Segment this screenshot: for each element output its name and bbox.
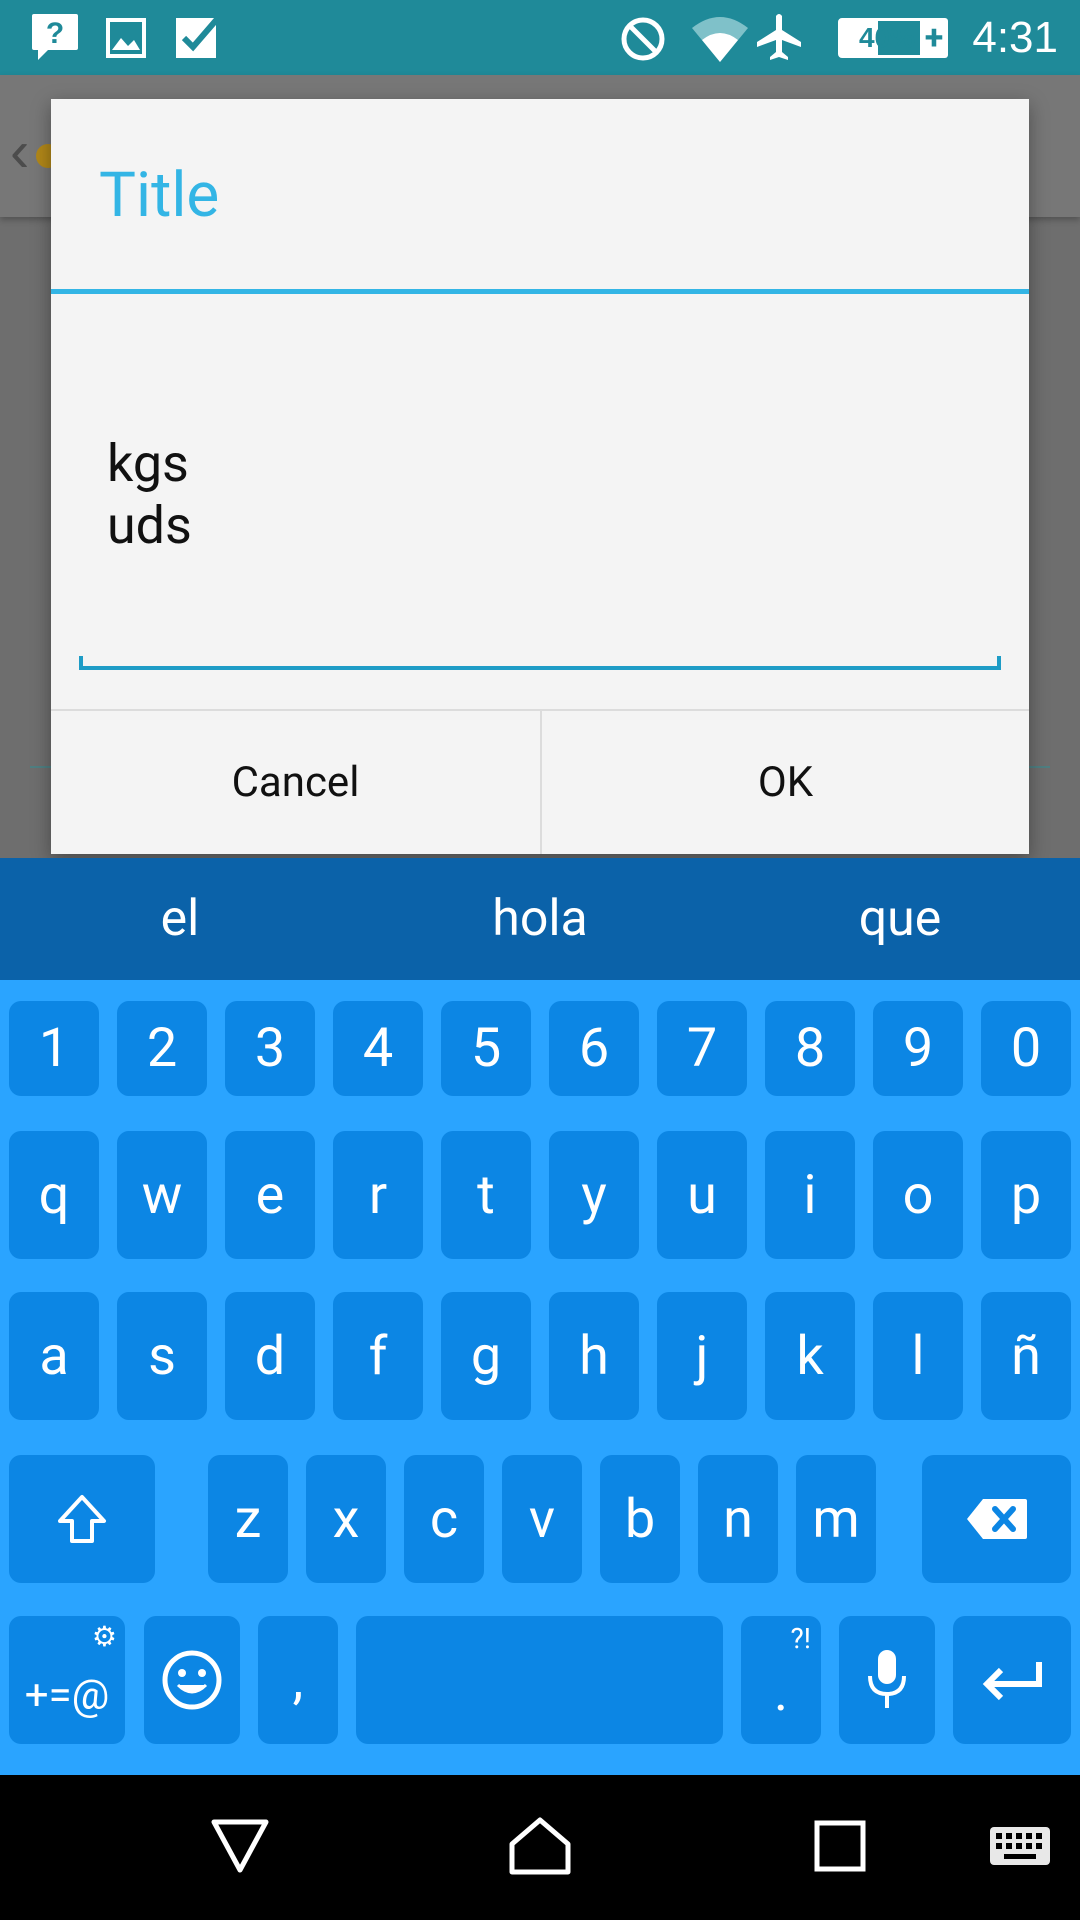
backspace-key[interactable] <box>922 1455 1071 1583</box>
do-not-disturb-icon <box>620 16 666 66</box>
key-0[interactable]: 0 <box>981 1001 1071 1096</box>
key-e[interactable]: e <box>225 1131 315 1259</box>
text-input-underline <box>79 656 1001 670</box>
svg-text:?: ? <box>46 17 64 50</box>
suggestion-bar: el hola que <box>0 858 1080 980</box>
text-line: kgs <box>107 433 189 494</box>
key-l[interactable]: l <box>873 1292 963 1420</box>
key-p[interactable]: p <box>981 1131 1071 1259</box>
enter-arrow-icon <box>979 1658 1045 1702</box>
text-line: uds <box>107 495 192 556</box>
keyboard-switch-button[interactable] <box>985 1775 1055 1920</box>
key-w[interactable]: w <box>117 1131 207 1259</box>
key-q[interactable]: q <box>9 1131 99 1259</box>
shift-key[interactable] <box>9 1455 155 1583</box>
key-2[interactable]: 2 <box>117 1001 207 1096</box>
key-c[interactable]: c <box>404 1455 484 1583</box>
period-label: . <box>773 1660 789 1724</box>
key-i[interactable]: i <box>765 1131 855 1259</box>
space-bar[interactable] <box>356 1616 723 1744</box>
back-triangle-icon <box>210 1818 270 1878</box>
suggestion-que[interactable]: que <box>720 858 1080 980</box>
key-x[interactable]: x <box>306 1455 386 1583</box>
dialog-text-input[interactable]: kgs uds <box>79 335 1001 670</box>
enter-key[interactable] <box>953 1616 1071 1744</box>
status-bar: ? 40% + 4:31 <box>0 0 1080 75</box>
wifi-icon <box>690 14 750 68</box>
key-f[interactable]: f <box>333 1292 423 1420</box>
key-5[interactable]: 5 <box>441 1001 531 1096</box>
image-icon <box>106 18 146 62</box>
key-1[interactable]: 1 <box>9 1001 99 1096</box>
symbols-label: +=@ <box>24 1670 110 1720</box>
key-6[interactable]: 6 <box>549 1001 639 1096</box>
title-divider <box>51 289 1029 294</box>
key-g[interactable]: g <box>441 1292 531 1420</box>
key-n[interactable]: n <box>698 1455 778 1583</box>
key-z[interactable]: z <box>208 1455 288 1583</box>
soft-keyboard: el hola que 1 2 3 4 5 6 7 8 9 0 q w e r … <box>0 858 1080 1775</box>
settings-gear-icon: ⚙ <box>91 1620 117 1653</box>
home-icon <box>508 1816 572 1880</box>
key-4[interactable]: 4 <box>333 1001 423 1096</box>
key-y[interactable]: y <box>549 1131 639 1259</box>
period-alt-label: ?! <box>790 1622 811 1655</box>
input-dialog: Title kgs uds Cancel OK <box>51 99 1029 854</box>
key-j[interactable]: j <box>657 1292 747 1420</box>
check-icon <box>174 14 222 64</box>
recents-nav-button[interactable] <box>800 1775 880 1920</box>
period-key[interactable]: ?! . <box>741 1616 821 1744</box>
suggestion-hola[interactable]: hola <box>360 858 720 980</box>
navigation-bar <box>0 1775 1080 1920</box>
key-s[interactable]: s <box>117 1292 207 1420</box>
help-chat-icon: ? <box>30 12 80 68</box>
back-arrow-icon: ‹ <box>10 119 30 184</box>
suggestion-el[interactable]: el <box>0 858 360 980</box>
symbols-key[interactable]: ⚙ +=@ <box>9 1616 125 1744</box>
key-h[interactable]: h <box>549 1292 639 1420</box>
key-d[interactable]: d <box>225 1292 315 1420</box>
recents-square-icon <box>814 1820 866 1876</box>
key-9[interactable]: 9 <box>873 1001 963 1096</box>
key-m[interactable]: m <box>796 1455 876 1583</box>
emoji-key[interactable] <box>144 1616 240 1744</box>
key-k[interactable]: k <box>765 1292 855 1420</box>
airplane-icon <box>755 12 803 66</box>
backspace-icon <box>965 1497 1029 1541</box>
key-v[interactable]: v <box>502 1455 582 1583</box>
cancel-button[interactable]: Cancel <box>51 711 540 854</box>
dialog-title: Title <box>99 159 220 232</box>
comma-key[interactable]: , <box>258 1616 338 1744</box>
smiley-icon <box>161 1649 223 1711</box>
key-a[interactable]: a <box>9 1292 99 1420</box>
microphone-icon <box>865 1648 909 1712</box>
status-time: 4:31 <box>972 13 1058 62</box>
key-8[interactable]: 8 <box>765 1001 855 1096</box>
key-o[interactable]: o <box>873 1131 963 1259</box>
home-nav-button[interactable] <box>500 1775 580 1920</box>
microphone-key[interactable] <box>839 1616 935 1744</box>
keyboard-icon <box>988 1825 1052 1871</box>
key-7[interactable]: 7 <box>657 1001 747 1096</box>
key-3[interactable]: 3 <box>225 1001 315 1096</box>
shift-arrow-icon <box>56 1493 108 1545</box>
key-n-tilde[interactable]: ñ <box>981 1292 1071 1420</box>
key-r[interactable]: r <box>333 1131 423 1259</box>
battery-charging-plus: + <box>920 18 948 58</box>
key-t[interactable]: t <box>441 1131 531 1259</box>
ok-button[interactable]: OK <box>540 711 1029 854</box>
key-b[interactable]: b <box>600 1455 680 1583</box>
back-nav-button[interactable] <box>200 1775 280 1920</box>
key-u[interactable]: u <box>657 1131 747 1259</box>
